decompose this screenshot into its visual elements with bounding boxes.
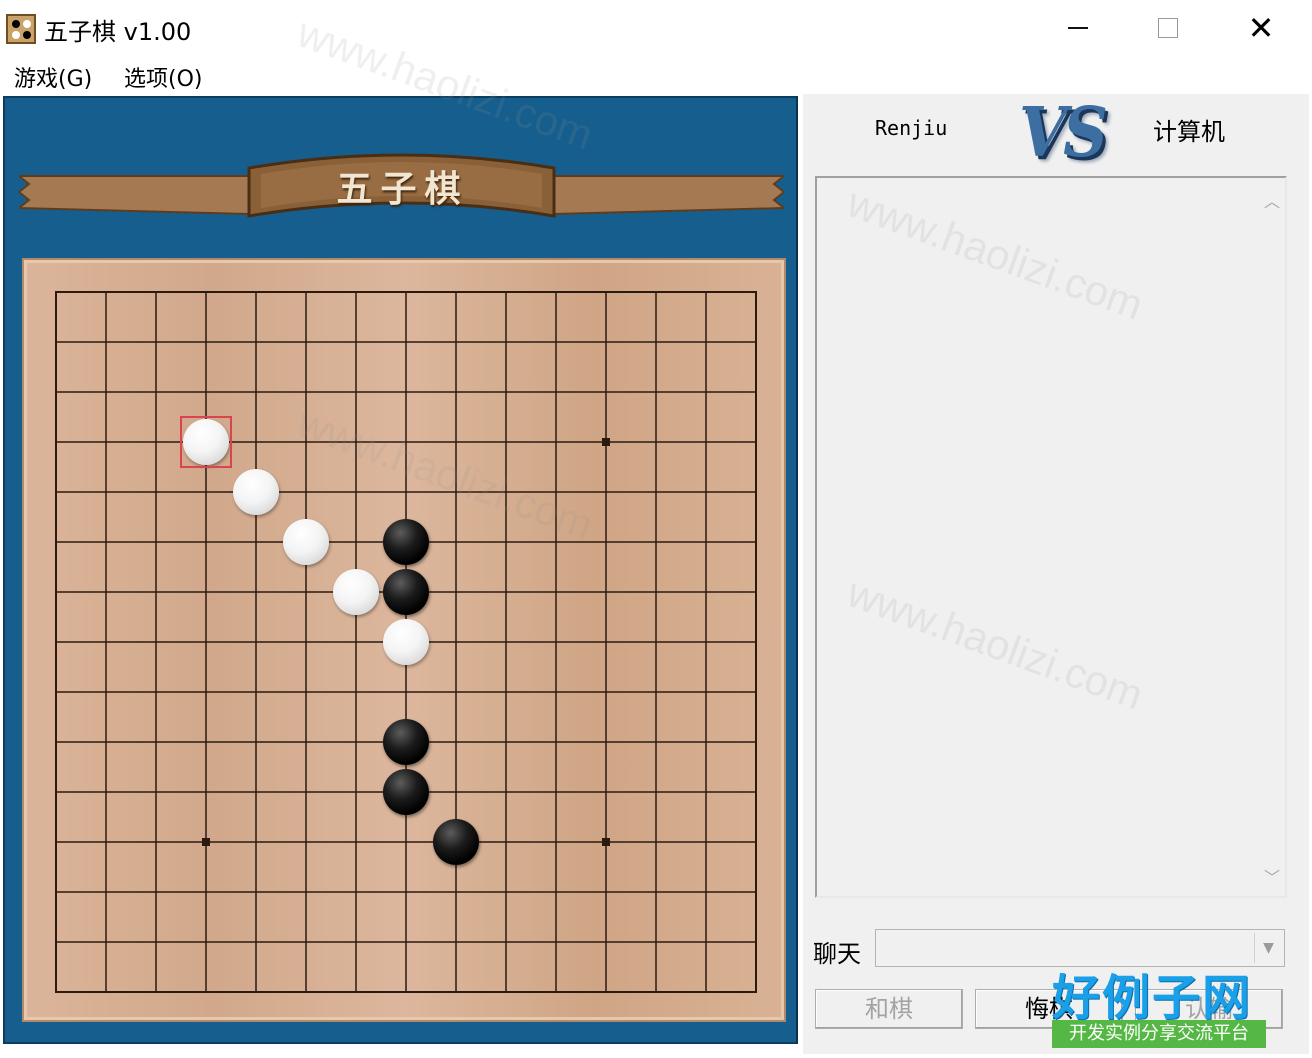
close-icon: ✕ [1247,9,1275,47]
board-panel: 五子棋 [3,96,798,1044]
player-name: Renjiu [875,116,948,140]
message-log[interactable]: ︿ ﹀ [815,176,1287,898]
side-panel: Renjiu VS 计算机 ︿ ﹀ 聊天 ▼ 和棋 悔棋 认输 [803,92,1309,1054]
title-bar: 五子棋 v1.00 ✕ [0,0,1312,56]
black-stone [383,719,429,765]
chevron-down-icon[interactable]: ﹀ [1264,864,1280,888]
opponent-name: 计算机 [1153,118,1225,146]
maximize-button[interactable] [1140,8,1196,48]
minimize-icon [1068,27,1088,29]
draw-button[interactable]: 和棋 [815,989,963,1029]
menu-options[interactable]: 选项(O) [120,59,206,95]
app-icon [6,14,36,44]
white-stone [233,469,279,515]
white-stone [333,569,379,615]
chat-label: 聊天 [813,940,861,968]
chevron-down-icon[interactable]: ▼ [1254,933,1282,963]
chevron-up-icon[interactable]: ︿ [1264,188,1280,212]
gomoku-board[interactable] [22,258,786,1022]
star-point [602,838,610,846]
watermark-logo: 好例子网 [1052,970,1253,1026]
minimize-button[interactable] [1050,8,1106,48]
watermark-tagline: 开发实例分享交流平台 [1052,1020,1266,1048]
star-point [602,438,610,446]
menu-game[interactable]: 游戏(G) [10,59,96,95]
window-title: 五子棋 v1.00 [44,18,192,46]
white-stone [283,519,329,565]
black-stone [383,769,429,815]
menu-bar: 游戏(G) 选项(O) [0,56,1312,92]
maximize-icon [1158,18,1178,38]
black-stone [383,569,429,615]
close-button[interactable]: ✕ [1233,8,1289,48]
banner-title: 五子棋 [336,168,469,210]
white-stone [383,619,429,665]
black-stone [433,819,479,865]
star-point [202,838,210,846]
last-move-marker [180,416,232,468]
log-scrollbar[interactable]: ︿ ﹀ [1257,178,1285,896]
black-stone [383,519,429,565]
vs-logo: VS [1019,92,1108,173]
